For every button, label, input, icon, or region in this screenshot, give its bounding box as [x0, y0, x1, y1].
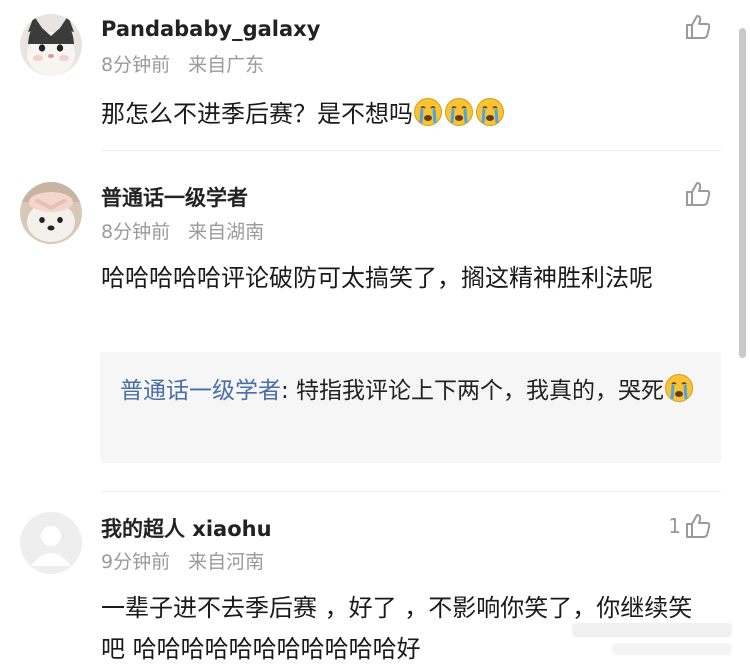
reply-author[interactable]: 普通话一级学者: [120, 378, 281, 404]
comment-text: 那怎么不进季后赛？是不想吗: [101, 94, 716, 135]
comment-meta: 8分钟前 来自广东: [101, 50, 264, 77]
avatar[interactable]: [20, 14, 82, 76]
like-button[interactable]: [681, 12, 712, 42]
comment-location: 来自河南: [188, 551, 265, 573]
avatar[interactable]: [20, 182, 82, 244]
reply-content: : 特指我评论上下两个，我真的，哭死: [281, 378, 665, 404]
comment-time: 8分钟前: [101, 54, 171, 76]
avatar[interactable]: [20, 512, 82, 574]
comment-time: 8分钟前: [101, 221, 171, 243]
divider: [101, 150, 721, 151]
thumbs-up-icon: [686, 15, 711, 39]
dog-avatar-icon: [20, 182, 82, 244]
reply-box[interactable]: 普通话一级学者: 特指我评论上下两个，我真的，哭死: [100, 352, 721, 463]
crying-emoji-icon: [665, 374, 694, 402]
comment-text: 哈哈哈哈哈评论破防可太搞笑了，搁这精神胜利法呢: [101, 264, 653, 292]
comment-location: 来自广东: [188, 54, 265, 76]
default-avatar-icon: [20, 512, 82, 574]
emoji-group: [413, 98, 506, 128]
username[interactable]: 我的超人 xiaohu: [101, 513, 272, 543]
username[interactable]: Pandababy_galaxy: [101, 17, 320, 41]
like-button[interactable]: 1: [668, 511, 712, 541]
crying-emoji-icon: [414, 98, 442, 126]
divider: [101, 491, 721, 492]
thumbs-up-icon: [686, 514, 711, 538]
cat-avatar-icon: [20, 14, 82, 76]
watermark-icon: [572, 623, 732, 655]
scrollbar[interactable]: [739, 28, 746, 358]
thumbs-up-icon: [686, 182, 711, 206]
comment-location: 来自湖南: [188, 221, 265, 243]
comment-meta: 8分钟前 来自湖南: [101, 217, 264, 244]
crying-emoji-icon: [476, 98, 504, 126]
crying-emoji-icon: [445, 98, 473, 126]
reply-text: 普通话一级学者: 特指我评论上下两个，我真的，哭死: [120, 372, 705, 410]
comment-text-content: 那怎么不进季后赛？是不想吗: [101, 100, 413, 128]
like-count: 1: [668, 514, 681, 538]
username[interactable]: 普通话一级学者: [101, 182, 248, 212]
like-button[interactable]: [681, 179, 712, 209]
comment-time: 9分钟前: [101, 551, 171, 573]
comment-meta: 9分钟前 来自河南: [101, 547, 264, 574]
